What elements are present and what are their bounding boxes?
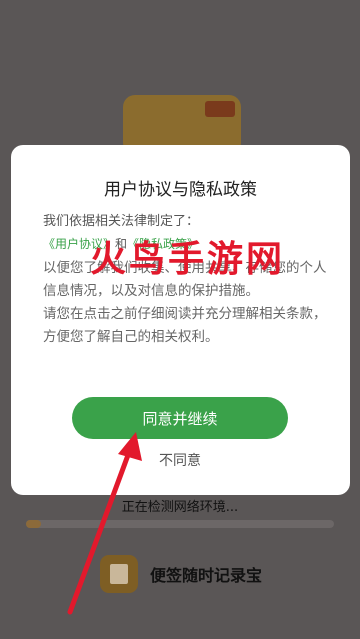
agree-continue-button[interactable]: 同意并继续: [72, 397, 288, 439]
dialog-body-paragraph-1: 以便您了解我们收集、使用共享、存储您的个人信息情况，以及对信息的保护措施。: [43, 260, 327, 299]
dialog-intro: 我们依据相关法律制定了：: [43, 214, 200, 229]
privacy-policy-link[interactable]: 《隐私政策》: [127, 237, 199, 251]
policy-links: 《用户协议》和《隐私政策》: [43, 235, 199, 252]
network-status-text: 正在检测网络环境...: [121, 500, 239, 515]
app-logo-badge: [205, 101, 235, 117]
dialog-body: 以便您了解我们收集、使用共享、存储您的个人信息情况，以及对信息的保护措施。 请您…: [43, 257, 328, 349]
disagree-button[interactable]: 不同意: [0, 450, 360, 470]
loading-progress-bar: [26, 520, 334, 528]
bottom-app-name: 便签随时记录宝: [150, 566, 263, 585]
dialog-title: 用户协议与隐私政策: [104, 180, 257, 200]
loading-progress-fill: [26, 520, 42, 528]
user-agreement-link[interactable]: 《用户协议》: [43, 237, 115, 251]
privacy-dialog: 用户协议与隐私政策 我们依据相关法律制定了： 《用户协议》和《隐私政策》 以便您…: [11, 145, 350, 495]
bottom-app-brand: 便签随时记录宝: [100, 555, 262, 593]
dialog-body-paragraph-2: 请您在点击之前仔细阅读并充分理解相关条款，方便您了解自己的相关权利。: [43, 306, 327, 345]
links-and-text: 和: [115, 237, 128, 251]
notepad-app-icon: [100, 555, 138, 593]
